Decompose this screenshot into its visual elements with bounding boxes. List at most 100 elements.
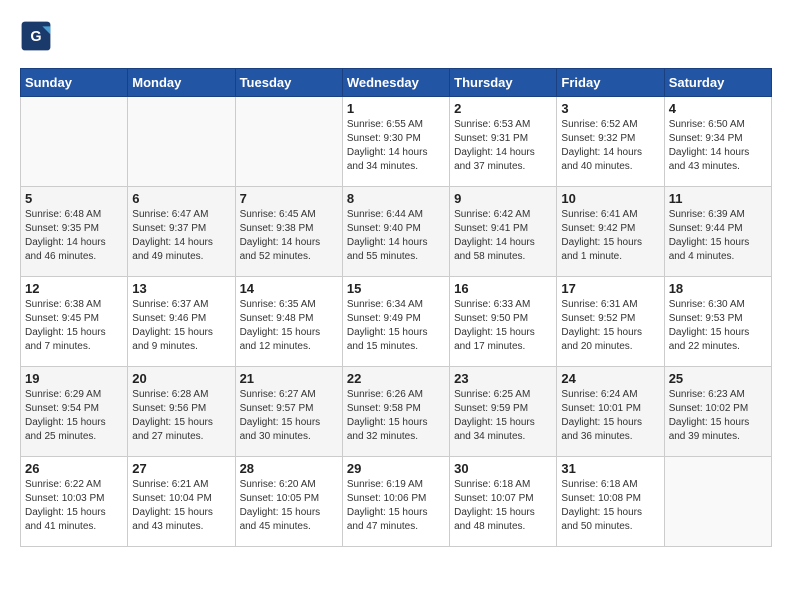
- cell-sun-info: Sunrise: 6:38 AM Sunset: 9:45 PM Dayligh…: [25, 298, 123, 354]
- cell-sun-info: Sunrise: 6:53 AM Sunset: 9:31 PM Dayligh…: [454, 118, 552, 174]
- cell-sun-info: Sunrise: 6:25 AM Sunset: 9:59 PM Dayligh…: [454, 388, 552, 444]
- cell-sun-info: Sunrise: 6:33 AM Sunset: 9:50 PM Dayligh…: [454, 298, 552, 354]
- day-number: 17: [561, 281, 659, 296]
- calendar-cell: 30Sunrise: 6:18 AM Sunset: 10:07 PM Dayl…: [450, 457, 557, 547]
- calendar-cell: 8 Sunrise: 6:44 AM Sunset: 9:40 PM Daylig…: [342, 187, 449, 277]
- calendar-cell: 5Sunrise: 6:48 AM Sunset: 9:35 PM Daylig…: [21, 187, 128, 277]
- weekday-header-tuesday: Tuesday: [235, 69, 342, 97]
- cell-sun-info: Sunrise: 6:55 AM Sunset: 9:30 PM Dayligh…: [347, 118, 445, 174]
- calendar-cell: 3 Sunrise: 6:52 AM Sunset: 9:32 PM Daylig…: [557, 97, 664, 187]
- day-number: 11: [669, 191, 767, 206]
- calendar-cell: 17 Sunrise: 6:31 AM Sunset: 9:52 PM Dayli…: [557, 277, 664, 367]
- calendar-cell: 16 Sunrise: 6:33 AM Sunset: 9:50 PM Dayli…: [450, 277, 557, 367]
- calendar-cell: 7 Sunrise: 6:45 AM Sunset: 9:38 PM Daylig…: [235, 187, 342, 277]
- day-number: 26: [25, 461, 123, 476]
- cell-sun-info: Sunrise: 6:22 AM Sunset: 10:03 PM Daylig…: [25, 478, 123, 534]
- weekday-header-saturday: Saturday: [664, 69, 771, 97]
- cell-sun-info: Sunrise: 6:45 AM Sunset: 9:38 PM Dayligh…: [240, 208, 338, 264]
- weekday-header-row: SundayMondayTuesdayWednesdayThursdayFrid…: [21, 69, 772, 97]
- svg-text:G: G: [30, 29, 41, 45]
- day-number: 21: [240, 371, 338, 386]
- cell-sun-info: Sunrise: 6:26 AM Sunset: 9:58 PM Dayligh…: [347, 388, 445, 444]
- calendar-cell: 23 Sunrise: 6:25 AM Sunset: 9:59 PM Dayli…: [450, 367, 557, 457]
- day-number: 10: [561, 191, 659, 206]
- calendar-cell: 15 Sunrise: 6:34 AM Sunset: 9:49 PM Dayli…: [342, 277, 449, 367]
- day-number: 25: [669, 371, 767, 386]
- calendar-cell: 10 Sunrise: 6:41 AM Sunset: 9:42 PM Dayli…: [557, 187, 664, 277]
- day-number: 14: [240, 281, 338, 296]
- day-number: 23: [454, 371, 552, 386]
- cell-sun-info: Sunrise: 6:34 AM Sunset: 9:49 PM Dayligh…: [347, 298, 445, 354]
- cell-sun-info: Sunrise: 6:35 AM Sunset: 9:48 PM Dayligh…: [240, 298, 338, 354]
- weekday-header-thursday: Thursday: [450, 69, 557, 97]
- day-number: 27: [132, 461, 230, 476]
- calendar-week-row: 26 Sunrise: 6:22 AM Sunset: 10:03 PM Dayl…: [21, 457, 772, 547]
- weekday-header-monday: Monday: [128, 69, 235, 97]
- cell-sun-info: Sunrise: 6:21 AM Sunset: 10:04 PM Daylig…: [132, 478, 230, 534]
- day-number: 1: [347, 101, 445, 116]
- calendar-cell: 21 Sunrise: 6:27 AM Sunset: 9:57 PM Dayli…: [235, 367, 342, 457]
- cell-sun-info: Sunrise: 6:42 AM Sunset: 9:41 PM Dayligh…: [454, 208, 552, 264]
- day-number: 4: [669, 101, 767, 116]
- calendar-table: SundayMondayTuesdayWednesdayThursdayFrid…: [20, 68, 772, 547]
- calendar-cell: 26 Sunrise: 6:22 AM Sunset: 10:03 PM Dayl…: [21, 457, 128, 547]
- cell-sun-info: Sunrise: 6:18 AM Sunset: 10:08 PM Daylig…: [561, 478, 659, 534]
- day-number: 28: [240, 461, 338, 476]
- weekday-header-wednesday: Wednesday: [342, 69, 449, 97]
- cell-sun-info: Sunrise: 6:47 AM Sunset: 9:37 PM Dayligh…: [132, 208, 230, 264]
- day-number: 16: [454, 281, 552, 296]
- day-number: 15: [347, 281, 445, 296]
- day-number: 31: [561, 461, 659, 476]
- day-number: 3: [561, 101, 659, 116]
- cell-sun-info: Sunrise: 6:18 AM Sunset: 10:07 PM Daylig…: [454, 478, 552, 534]
- calendar-cell: 24 Sunrise: 6:24 AM Sunset: 10:01 PM Dayl…: [557, 367, 664, 457]
- calendar-cell: 4 Sunrise: 6:50 AM Sunset: 9:34 PM Daylig…: [664, 97, 771, 187]
- day-number: 6: [132, 191, 230, 206]
- calendar-week-row: 5Sunrise: 6:48 AM Sunset: 9:35 PM Daylig…: [21, 187, 772, 277]
- calendar-cell: [128, 97, 235, 187]
- weekday-header-sunday: Sunday: [21, 69, 128, 97]
- day-number: 24: [561, 371, 659, 386]
- calendar-week-row: 1 Sunrise: 6:55 AM Sunset: 9:30 PM Daylig…: [21, 97, 772, 187]
- cell-sun-info: Sunrise: 6:37 AM Sunset: 9:46 PM Dayligh…: [132, 298, 230, 354]
- day-number: 20: [132, 371, 230, 386]
- calendar-cell: 31 Sunrise: 6:18 AM Sunset: 10:08 PM Dayl…: [557, 457, 664, 547]
- day-number: 8: [347, 191, 445, 206]
- cell-sun-info: Sunrise: 6:50 AM Sunset: 9:34 PM Dayligh…: [669, 118, 767, 174]
- cell-sun-info: Sunrise: 6:52 AM Sunset: 9:32 PM Dayligh…: [561, 118, 659, 174]
- cell-sun-info: Sunrise: 6:28 AM Sunset: 9:56 PM Dayligh…: [132, 388, 230, 444]
- weekday-header-friday: Friday: [557, 69, 664, 97]
- calendar-cell: 1 Sunrise: 6:55 AM Sunset: 9:30 PM Daylig…: [342, 97, 449, 187]
- calendar-cell: 25 Sunrise: 6:23 AM Sunset: 10:02 PM Dayl…: [664, 367, 771, 457]
- logo: G: [20, 20, 56, 52]
- page-header: G: [20, 20, 772, 52]
- cell-sun-info: Sunrise: 6:27 AM Sunset: 9:57 PM Dayligh…: [240, 388, 338, 444]
- day-number: 22: [347, 371, 445, 386]
- cell-sun-info: Sunrise: 6:20 AM Sunset: 10:05 PM Daylig…: [240, 478, 338, 534]
- day-number: 7: [240, 191, 338, 206]
- calendar-cell: 14 Sunrise: 6:35 AM Sunset: 9:48 PM Dayli…: [235, 277, 342, 367]
- calendar-cell: 9Sunrise: 6:42 AM Sunset: 9:41 PM Daylig…: [450, 187, 557, 277]
- cell-sun-info: Sunrise: 6:24 AM Sunset: 10:01 PM Daylig…: [561, 388, 659, 444]
- cell-sun-info: Sunrise: 6:41 AM Sunset: 9:42 PM Dayligh…: [561, 208, 659, 264]
- calendar-cell: 6 Sunrise: 6:47 AM Sunset: 9:37 PM Daylig…: [128, 187, 235, 277]
- day-number: 2: [454, 101, 552, 116]
- calendar-cell: [664, 457, 771, 547]
- calendar-cell: 13 Sunrise: 6:37 AM Sunset: 9:46 PM Dayli…: [128, 277, 235, 367]
- day-number: 19: [25, 371, 123, 386]
- day-number: 29: [347, 461, 445, 476]
- calendar-cell: 11Sunrise: 6:39 AM Sunset: 9:44 PM Dayli…: [664, 187, 771, 277]
- cell-sun-info: Sunrise: 6:19 AM Sunset: 10:06 PM Daylig…: [347, 478, 445, 534]
- calendar-cell: [235, 97, 342, 187]
- day-number: 13: [132, 281, 230, 296]
- calendar-week-row: 19 Sunrise: 6:29 AM Sunset: 9:54 PM Dayli…: [21, 367, 772, 457]
- cell-sun-info: Sunrise: 6:23 AM Sunset: 10:02 PM Daylig…: [669, 388, 767, 444]
- cell-sun-info: Sunrise: 6:30 AM Sunset: 9:53 PM Dayligh…: [669, 298, 767, 354]
- calendar-cell: 27 Sunrise: 6:21 AM Sunset: 10:04 PM Dayl…: [128, 457, 235, 547]
- logo-icon: G: [20, 20, 52, 52]
- cell-sun-info: Sunrise: 6:44 AM Sunset: 9:40 PM Dayligh…: [347, 208, 445, 264]
- cell-sun-info: Sunrise: 6:48 AM Sunset: 9:35 PM Dayligh…: [25, 208, 123, 264]
- day-number: 18: [669, 281, 767, 296]
- cell-sun-info: Sunrise: 6:29 AM Sunset: 9:54 PM Dayligh…: [25, 388, 123, 444]
- cell-sun-info: Sunrise: 6:31 AM Sunset: 9:52 PM Dayligh…: [561, 298, 659, 354]
